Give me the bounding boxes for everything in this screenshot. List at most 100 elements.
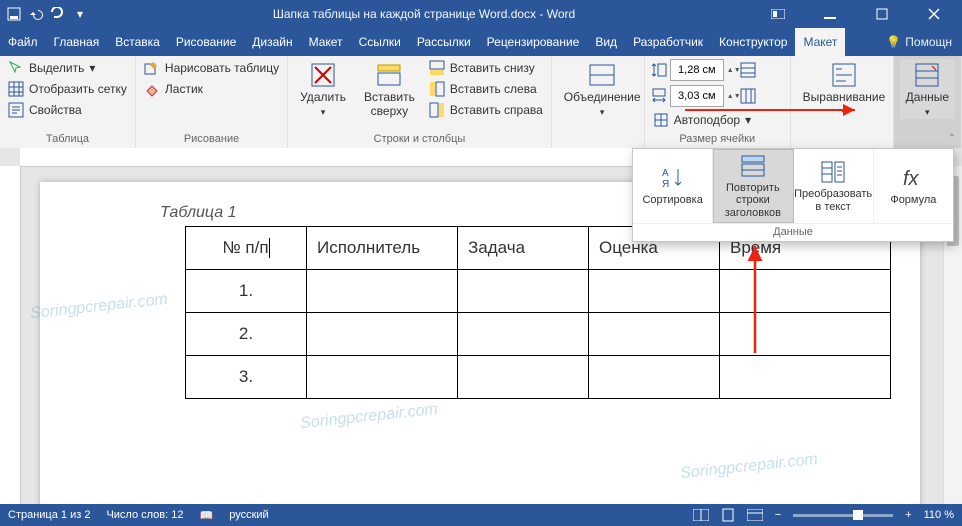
document-title: Шапка таблицы на каждой странице Word.do… bbox=[88, 7, 760, 21]
collapse-ribbon-icon[interactable]: ⌃ bbox=[948, 133, 956, 144]
tab-references[interactable]: Ссылки bbox=[351, 28, 409, 56]
table-row: 1. bbox=[186, 270, 891, 313]
vertical-ruler[interactable] bbox=[0, 166, 21, 504]
tab-file[interactable]: Файл bbox=[0, 28, 46, 56]
tab-insert[interactable]: Вставка bbox=[107, 28, 168, 56]
data-icon bbox=[913, 61, 941, 89]
tab-draw[interactable]: Рисование bbox=[168, 28, 244, 56]
insert-below-button[interactable]: Вставить снизу bbox=[427, 59, 545, 77]
row-height-field[interactable]: ▲▼ bbox=[651, 59, 756, 81]
delete-button[interactable]: Удалить▾ bbox=[294, 59, 352, 119]
merge-icon bbox=[588, 61, 616, 89]
delete-table-icon bbox=[309, 61, 337, 89]
insert-row-above-icon bbox=[375, 61, 403, 89]
status-bar: Страница 1 из 2 Число слов: 12 📖 русский… bbox=[0, 504, 962, 526]
web-layout-icon[interactable] bbox=[747, 509, 763, 521]
tab-table-design[interactable]: Конструктор bbox=[711, 28, 795, 56]
document-table[interactable]: № п/п Исполнитель Задача Оценка Время 1.… bbox=[185, 226, 891, 399]
sort-button[interactable]: АЯ Сортировка bbox=[633, 149, 713, 223]
table-caption[interactable]: Таблица 1 bbox=[160, 204, 236, 222]
repeat-header-icon bbox=[740, 153, 766, 179]
close-icon[interactable] bbox=[916, 0, 952, 28]
show-grid-button[interactable]: Отобразить сетку bbox=[6, 80, 129, 98]
data-dropdown: АЯ Сортировка Повторить строки заголовко… bbox=[632, 148, 954, 242]
data-button[interactable]: Данные▾ bbox=[900, 59, 955, 119]
insert-above-button[interactable]: Вставить сверху bbox=[358, 59, 421, 121]
spinner-icon[interactable]: ▲▼ bbox=[727, 67, 737, 74]
ribbon-options-icon[interactable] bbox=[760, 0, 796, 28]
formula-button[interactable]: fx Формула bbox=[874, 149, 953, 223]
tell-me[interactable]: 💡 Помощн bbox=[886, 28, 962, 56]
tab-design[interactable]: Дизайн bbox=[244, 28, 300, 56]
table-row: 3. bbox=[186, 356, 891, 399]
tab-review[interactable]: Рецензирование bbox=[479, 28, 588, 56]
autofit-button[interactable]: Автоподбор ▾ bbox=[651, 111, 756, 129]
row-height-icon bbox=[651, 62, 667, 78]
cursor-icon bbox=[8, 60, 24, 76]
minimize-icon[interactable] bbox=[812, 0, 848, 28]
svg-text:Я: Я bbox=[662, 179, 669, 190]
convert-to-text-button[interactable]: Преобразовать в текст bbox=[794, 149, 874, 223]
page-status[interactable]: Страница 1 из 2 bbox=[8, 509, 90, 521]
insert-right-button[interactable]: Вставить справа bbox=[427, 101, 545, 119]
pencil-table-icon bbox=[144, 60, 160, 76]
save-icon[interactable] bbox=[6, 6, 22, 22]
tab-table-layout[interactable]: Макет bbox=[795, 28, 845, 56]
merge-button[interactable]: Объединение▾ bbox=[558, 59, 647, 119]
tab-home[interactable]: Главная bbox=[46, 28, 108, 56]
ribbon: Выделить ▾ Отобразить сетку Свойства Таб… bbox=[0, 56, 962, 149]
autofit-icon bbox=[653, 112, 669, 128]
distribute-rows-icon[interactable] bbox=[740, 62, 756, 78]
eraser-icon bbox=[144, 81, 160, 97]
convert-text-icon bbox=[820, 159, 846, 185]
zoom-in-icon[interactable]: + bbox=[905, 509, 911, 521]
col-width-icon bbox=[651, 88, 667, 104]
language-status[interactable]: русский bbox=[229, 509, 268, 521]
tab-layout[interactable]: Макет bbox=[301, 28, 351, 56]
tell-me-label: Помощн bbox=[905, 35, 952, 49]
word-count[interactable]: Число слов: 12 bbox=[106, 509, 183, 521]
properties-button[interactable]: Свойства bbox=[6, 101, 129, 119]
sort-icon: АЯ bbox=[660, 165, 686, 191]
properties-icon bbox=[8, 102, 24, 118]
ribbon-tabs: Файл Главная Вставка Рисование Дизайн Ма… bbox=[0, 28, 962, 56]
group-rowscols-label: Строки и столбцы bbox=[294, 131, 545, 148]
lightbulb-icon: 💡 bbox=[886, 35, 901, 49]
distribute-cols-icon[interactable] bbox=[740, 88, 756, 104]
popup-group-label: Данные bbox=[633, 223, 953, 241]
print-layout-icon[interactable] bbox=[721, 508, 735, 522]
draw-table-button[interactable]: Нарисовать таблицу bbox=[142, 59, 281, 77]
eraser-button[interactable]: Ластик bbox=[142, 80, 281, 98]
insert-left-button[interactable]: Вставить слева bbox=[427, 80, 545, 98]
zoom-slider[interactable] bbox=[793, 514, 893, 517]
tab-mailings[interactable]: Рассылки bbox=[409, 28, 479, 56]
title-bar: ▾ Шапка таблицы на каждой странице Word.… bbox=[0, 0, 962, 28]
grid-icon bbox=[8, 81, 24, 97]
group-cellsize-label: Размер ячейки bbox=[651, 131, 784, 148]
repeat-header-rows-button[interactable]: Повторить строки заголовков bbox=[713, 149, 793, 223]
redo-icon[interactable] bbox=[50, 6, 66, 22]
zoom-out-icon[interactable]: − bbox=[775, 509, 781, 521]
spinner-icon[interactable]: ▲▼ bbox=[727, 93, 737, 100]
maximize-icon[interactable] bbox=[864, 0, 900, 28]
tab-developer[interactable]: Разработчик bbox=[625, 28, 711, 56]
group-align-label bbox=[797, 131, 887, 148]
group-table-label: Таблица bbox=[6, 131, 129, 148]
alignment-button[interactable]: Выравнивание▾ bbox=[797, 59, 892, 119]
spellcheck-icon[interactable]: 📖 bbox=[200, 509, 214, 522]
group-draw-label: Рисование bbox=[142, 131, 281, 148]
svg-text:fx: fx bbox=[903, 168, 920, 190]
insert-row-below-icon bbox=[429, 60, 445, 76]
select-button[interactable]: Выделить ▾ bbox=[6, 59, 129, 77]
zoom-value[interactable]: 110 % bbox=[924, 509, 954, 521]
tab-view[interactable]: Вид bbox=[587, 28, 625, 56]
alignment-icon bbox=[830, 61, 858, 89]
insert-col-right-icon bbox=[429, 102, 445, 118]
qat-more-icon[interactable]: ▾ bbox=[72, 6, 88, 22]
insert-col-left-icon bbox=[429, 81, 445, 97]
svg-text:А: А bbox=[662, 168, 669, 179]
undo-icon[interactable] bbox=[28, 6, 44, 22]
read-mode-icon[interactable] bbox=[693, 509, 709, 521]
col-width-field[interactable]: ▲▼ bbox=[651, 85, 756, 107]
table-row: 2. bbox=[186, 313, 891, 356]
